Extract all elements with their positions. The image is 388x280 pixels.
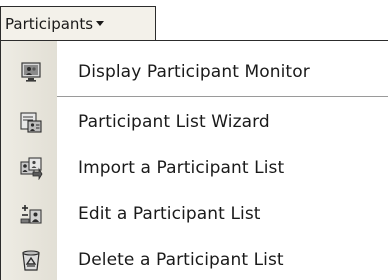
menu-item-label: Import a Participant List (78, 158, 285, 178)
participant-monitor-icon (21, 62, 41, 82)
menu-item-import-participant-list[interactable]: Import a Participant List (1, 145, 388, 191)
menu-item-edit-participant-list[interactable]: Edit a Participant List (1, 191, 388, 237)
delete-list-icon (22, 250, 40, 271)
participants-menu-button[interactable]: Participants (0, 6, 156, 40)
menu-item-label: Display Participant Monitor (78, 62, 310, 82)
edit-list-icon (20, 205, 42, 224)
menu-item-display-participant-monitor[interactable]: Display Participant Monitor (1, 49, 388, 95)
participants-dropdown-menu: Display Participant Monitor Participant … (0, 40, 388, 280)
menu-separator (57, 96, 388, 97)
menu-item-label: Edit a Participant List (78, 204, 261, 224)
dropdown-arrow-icon (96, 21, 105, 26)
import-list-icon (20, 157, 43, 180)
list-wizard-icon (20, 112, 42, 133)
menu-item-participant-list-wizard[interactable]: Participant List Wizard (1, 99, 388, 145)
menu-item-label: Delete a Participant List (78, 250, 284, 270)
participants-menu-label: Participants (5, 14, 94, 33)
menu-item-delete-participant-list[interactable]: Delete a Participant List (1, 237, 388, 280)
menu-item-label: Participant List Wizard (78, 112, 270, 132)
